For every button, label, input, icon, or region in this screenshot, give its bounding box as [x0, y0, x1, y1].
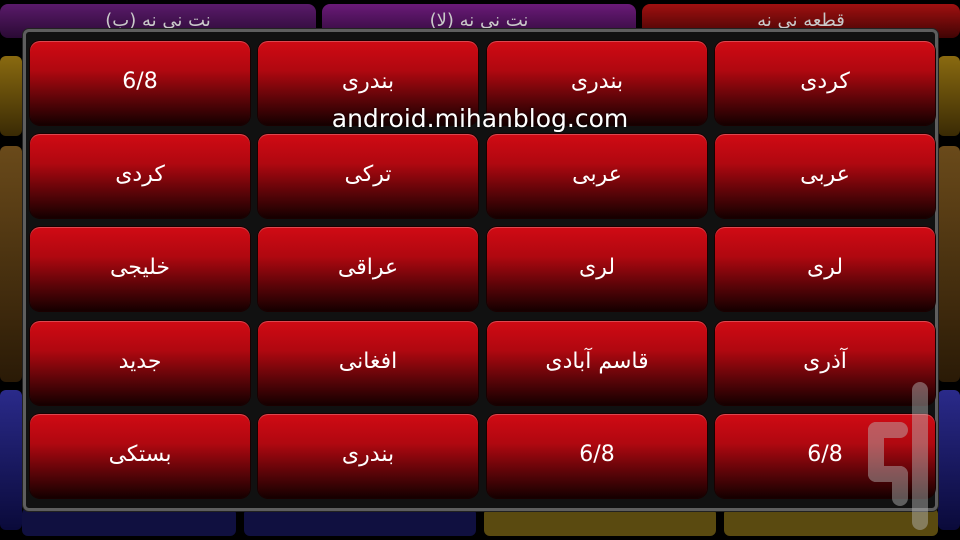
background-panel: [938, 146, 960, 382]
grid-button-label: ترکی: [344, 161, 392, 187]
app-screen: نت نی نه (ب) نت نی نه (لا) قطعه نی نه کر…: [0, 0, 960, 540]
background-panel: [0, 390, 22, 530]
grid-button-label: بندری: [570, 68, 624, 94]
grid-button-label: عربی: [800, 161, 850, 187]
grid-button[interactable]: لری: [487, 227, 707, 311]
grid-button[interactable]: 6/8: [30, 41, 250, 125]
grid-button-label: عراقی: [337, 254, 399, 280]
grid-button-label: افغانی: [338, 348, 398, 374]
grid-button-label: لری: [806, 254, 844, 280]
grid-button[interactable]: ترکی: [258, 134, 478, 218]
grid-button[interactable]: لری: [715, 227, 935, 311]
grid-button-label: کردی: [800, 68, 850, 94]
grid-button[interactable]: بستکی: [30, 414, 250, 498]
grid-button[interactable]: عراقی: [258, 227, 478, 311]
grid-button[interactable]: خلیجی: [30, 227, 250, 311]
grid-button[interactable]: کردی: [715, 41, 935, 125]
grid-button[interactable]: کردی: [30, 134, 250, 218]
grid-button[interactable]: عربی: [487, 134, 707, 218]
grid-button-label: لری: [578, 254, 616, 280]
grid-button-label: 6/8: [122, 68, 158, 94]
background-panel: [0, 56, 22, 136]
background-panel: [484, 508, 716, 536]
grid-button[interactable]: 6/8: [487, 414, 707, 498]
grid-button-label: عربی: [572, 161, 622, 187]
grid-button[interactable]: آذری: [715, 321, 935, 405]
grid-button-label: 6/8: [579, 441, 615, 467]
background-panel: [938, 56, 960, 136]
grid-button[interactable]: بندری: [258, 414, 478, 498]
grid-button-label: قاسم آبادی: [545, 348, 649, 374]
grid-button-label: بندری: [341, 441, 395, 467]
grid-button[interactable]: عربی: [715, 134, 935, 218]
grid-button-label: خلیجی: [109, 254, 171, 280]
grid-button[interactable]: افغانی: [258, 321, 478, 405]
grid-button[interactable]: جدید: [30, 321, 250, 405]
grid-button[interactable]: بندری: [258, 41, 478, 125]
background-panel: [22, 508, 236, 536]
grid-button-label: 6/8: [807, 441, 843, 467]
grid-button-label: جدید: [118, 348, 162, 374]
grid-button[interactable]: بندری: [487, 41, 707, 125]
grid-button[interactable]: قاسم آبادی: [487, 321, 707, 405]
grid-button-label: کردی: [115, 161, 165, 187]
selection-dialog: کردی بندری بندری 6/8 عربی عربی ترکی کردی…: [23, 29, 938, 511]
button-grid: کردی بندری بندری 6/8 عربی عربی ترکی کردی…: [30, 41, 935, 505]
background-panel: [244, 508, 476, 536]
grid-button[interactable]: 6/8: [715, 414, 935, 498]
background-panel: [724, 508, 938, 536]
grid-button-label: بستکی: [108, 441, 172, 467]
grid-button-label: آذری: [803, 348, 847, 374]
background-panel: [938, 390, 960, 530]
background-panel: [0, 146, 22, 382]
grid-button-label: بندری: [341, 68, 395, 94]
